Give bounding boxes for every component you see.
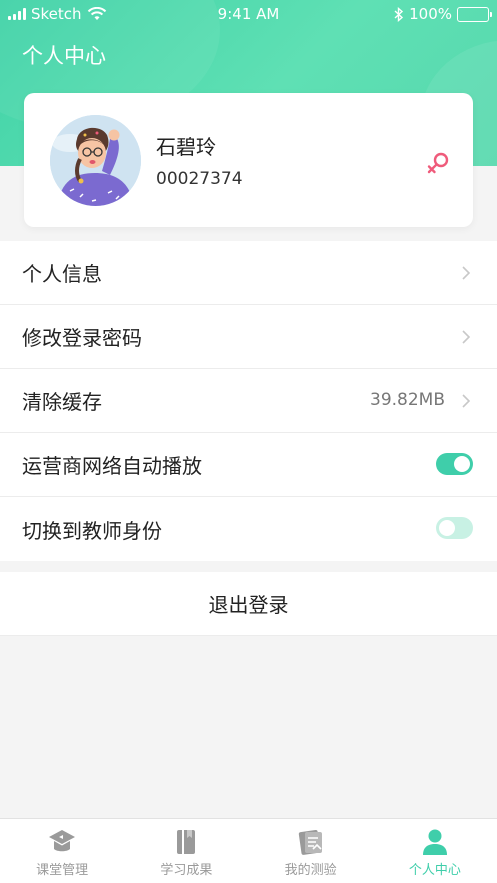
menu-item-label: 个人信息 xyxy=(22,262,102,286)
tab-personal-center[interactable]: 个人中心 xyxy=(373,819,497,883)
switch-to-teacher-toggle[interactable] xyxy=(436,517,473,539)
female-icon xyxy=(427,152,449,174)
tab-classroom[interactable]: 课堂管理 xyxy=(0,819,124,883)
tab-learning-results[interactable]: 学习成果 xyxy=(124,819,248,883)
tab-label: 学习成果 xyxy=(160,863,213,878)
bluetooth-icon xyxy=(394,6,404,22)
chevron-right-icon xyxy=(462,266,471,280)
menu-item-label: 修改登录密码 xyxy=(22,326,142,350)
chevron-right-icon xyxy=(462,330,471,344)
person-icon xyxy=(422,829,447,855)
tab-my-quiz[interactable]: 我的测验 xyxy=(249,819,373,883)
logout-button[interactable]: 退出登录 xyxy=(0,572,497,636)
book-icon xyxy=(177,830,196,854)
quiz-icon xyxy=(298,829,322,855)
user-name: 石碧玲 xyxy=(156,135,216,159)
battery-percent: 100% xyxy=(409,5,452,23)
tab-label: 我的测验 xyxy=(284,863,337,878)
chevron-right-icon xyxy=(462,394,471,408)
tab-label: 个人中心 xyxy=(408,863,461,878)
status-bar: Sketch 9:41 AM 100% xyxy=(0,0,497,30)
menu-item-label: 运营商网络自动播放 xyxy=(22,454,202,478)
cellular-autoplay-toggle[interactable] xyxy=(436,453,473,475)
menu-item-label: 清除缓存 xyxy=(22,390,102,414)
profile-card[interactable]: 石碧玲 00027374 xyxy=(24,93,473,227)
user-id: 00027374 xyxy=(156,169,243,189)
menu-item-label: 切换到教师身份 xyxy=(22,518,162,543)
settings-menu-group-1: 个人信息 修改登录密码 清除缓存 39.82MB 运营商网络自动播放 切换到教师… xyxy=(0,241,497,561)
classroom-icon xyxy=(49,830,76,852)
cache-size-value: 39.82MB xyxy=(370,390,445,410)
menu-item-cellular-autoplay: 运营商网络自动播放 xyxy=(0,433,497,497)
menu-item-clear-cache[interactable]: 清除缓存 39.82MB xyxy=(0,369,497,433)
battery-icon xyxy=(457,6,492,22)
tab-bar: 课堂管理 学习成果 我的测验 个人中心 xyxy=(0,818,497,883)
tab-label: 课堂管理 xyxy=(36,863,89,878)
page-title: 个人中心 xyxy=(22,44,106,68)
menu-item-change-password[interactable]: 修改登录密码 xyxy=(0,305,497,369)
menu-item-personal-info[interactable]: 个人信息 xyxy=(0,241,497,305)
menu-item-switch-to-teacher: 切换到教师身份 xyxy=(0,497,497,561)
avatar[interactable] xyxy=(50,115,141,206)
